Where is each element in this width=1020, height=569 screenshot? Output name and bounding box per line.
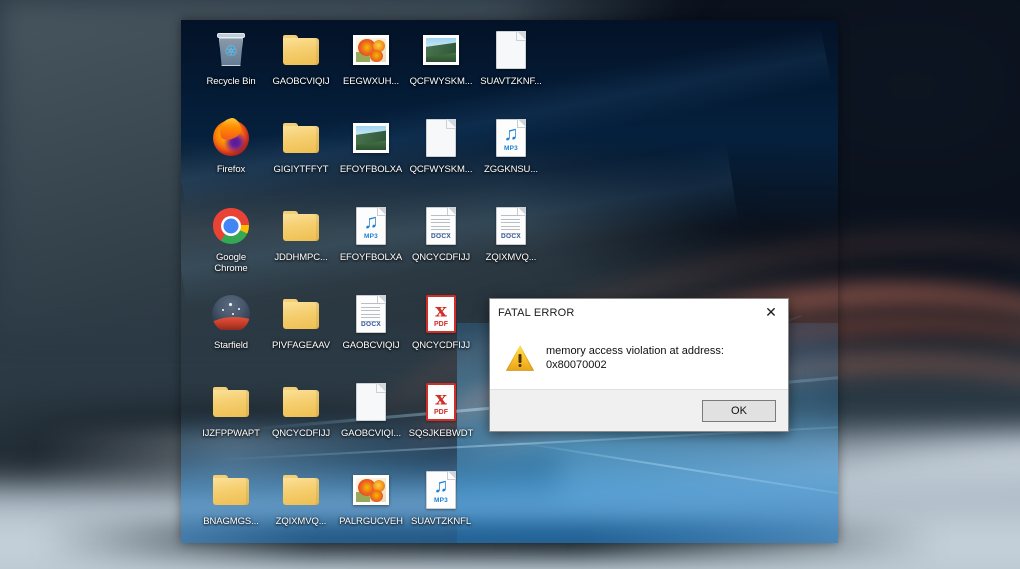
desktop-icon-label: SUAVTZKNF... [480, 76, 542, 87]
desktop-icon-folder-gaobcviqij[interactable]: GAOBCVIQIJ [265, 28, 337, 87]
recycle-bin-icon: ♻ [209, 28, 253, 72]
desktop-icon-mp3-zggknsu[interactable]: ♫ MP3 ZGGKNSU... [475, 116, 547, 175]
desktop-icon-folder-gigiytffyt[interactable]: GIGIYTFFYT [265, 116, 337, 175]
desktop-icon-label: EEGWXUH... [342, 76, 399, 87]
desktop-icon-starfield[interactable]: Starfield [195, 292, 267, 351]
folder-icon [279, 468, 323, 512]
desktop-icon-firefox[interactable]: Firefox [195, 116, 267, 175]
folder-icon [279, 28, 323, 72]
desktop-icon-file-gaobcviqi[interactable]: GAOBCVIQI... [335, 380, 407, 439]
desktop-icon-file-suavtzknf[interactable]: SUAVTZKNF... [475, 28, 547, 87]
desktop-icon-docx-qncycdfijj[interactable]: DOCX QNCYCDFIJJ [405, 204, 477, 263]
desktop-icon-label: BNAGMGS... [203, 516, 259, 527]
desktop-icon-label: GAOBCVIQI... [340, 428, 402, 439]
docx-icon: DOCX [349, 292, 393, 336]
ok-button[interactable]: OK [702, 399, 776, 422]
desktop-icon-label: QNCYCDFIJJ [271, 428, 331, 439]
desktop-icon-pdf-qncycdfijj[interactable]: x PDF QNCYCDFIJJ [405, 292, 477, 351]
close-icon[interactable]: ✕ [754, 299, 788, 327]
desktop-icon-label: IJZFPPWAPT [202, 428, 260, 439]
dialog-message: memory access violation at address: 0x80… [546, 345, 724, 371]
starfield-icon [209, 292, 253, 336]
desktop-icon-pdf-sqsjkebwdt[interactable]: x PDF SQSJKEBWDT [405, 380, 477, 439]
desktop-icon-label: QCFWYSKM... [409, 164, 473, 175]
desktop-icon-label: Starfield [214, 340, 248, 351]
desktop-icon-label: EFOYFBOLXA [339, 252, 403, 263]
desktop-icon-image-eegwxuh[interactable]: EEGWXUH... [335, 28, 407, 87]
desktop-icon-label: JDDHMPC... [274, 252, 328, 263]
folder-icon [279, 116, 323, 160]
desktop-icon-label: GAOBCVIQIJ [342, 340, 400, 351]
desktop-icon-folder-bnagmgs[interactable]: BNAGMGS... [195, 468, 267, 527]
mp3-icon: ♫ MP3 [489, 116, 533, 160]
dialog-footer: OK [490, 389, 788, 431]
dialog-title-bar[interactable]: FATAL ERROR ✕ [490, 299, 788, 327]
desktop-icon-label: QNCYCDFIJJ [411, 252, 471, 263]
desktop-icon-file-qcfwyskm[interactable]: QCFWYSKM... [405, 116, 477, 175]
desktop-icon-label: GAOBCVIQIJ [272, 76, 330, 87]
desktop-icon-label: QCFWYSKM... [409, 76, 473, 87]
desktop-icon-label: ZGGKNSU... [484, 164, 538, 175]
desktop-icon-folder-pivfageaav[interactable]: PIVFAGEAAV [265, 292, 337, 351]
folder-icon [279, 380, 323, 424]
folder-icon [209, 468, 253, 512]
desktop-icon-label: QNCYCDFIJJ [411, 340, 471, 351]
firefox-icon [209, 116, 253, 160]
desktop-icon-folder-ijzfppwapt[interactable]: IJZFPPWAPT [195, 380, 267, 439]
blank-page-icon [349, 380, 393, 424]
folder-icon [209, 380, 253, 424]
desktop-icon-image-qcfwyskm[interactable]: QCFWYSKM... [405, 28, 477, 87]
desktop-icon-mp3-suavtzknfl[interactable]: ♫ MP3 SUAVTZKNFL [405, 468, 477, 527]
desktop-icon-label: GIGIYTFFYT [273, 164, 329, 175]
pdf-icon: x PDF [419, 380, 463, 424]
mp3-icon: ♫ MP3 [349, 204, 393, 248]
chrome-icon [209, 204, 253, 248]
desktop-icon-row: Firefox GIGIYTFFYT EFOYFBOLXA QCFWYSKM... ♫ M… [181, 116, 838, 204]
desktop-icon-row: Google Chrome JDDHMPC... ♫ MP3 EFOYFBOLXA DOC… [181, 204, 838, 292]
desktop-icon-folder-zqixmvq[interactable]: ZQIXMVQ... [265, 468, 337, 527]
desktop-icon-row: BNAGMGS... ZQIXMVQ... PALRGUCVEH ♫ MP3 SUAVTZ… [181, 468, 838, 543]
docx-icon: DOCX [489, 204, 533, 248]
desktop-icon-label: Recycle Bin [206, 76, 256, 87]
warning-triangle-icon [506, 345, 534, 371]
docx-icon: DOCX [419, 204, 463, 248]
desktop-icon-label: PIVFAGEAAV [272, 340, 330, 351]
folder-icon [279, 292, 323, 336]
desktop-icon-image-efoyfbolxa[interactable]: EFOYFBOLXA [335, 116, 407, 175]
desktop-icon-grid: ♻ Recycle Bin GAOBCVIQIJ EEGWXUH... QCFWYSKM… [181, 20, 838, 543]
folder-icon [279, 204, 323, 248]
desktop-icon-mp3-efoyfbolxa[interactable]: ♫ MP3 EFOYFBOLXA [335, 204, 407, 263]
flower-image-icon [349, 28, 393, 72]
dialog-body: memory access violation at address: 0x80… [490, 327, 788, 389]
desktop-icon-label: EFOYFBOLXA [339, 164, 403, 175]
desktop-icon-recycle-bin[interactable]: ♻ Recycle Bin [195, 28, 267, 87]
desktop-icon-row: ♻ Recycle Bin GAOBCVIQIJ EEGWXUH... QCFWYSKM… [181, 28, 838, 116]
landscape-image-icon [349, 116, 393, 160]
desktop-icon-label: SUAVTZKNFL [410, 516, 472, 527]
desktop-icon-label: ZQIXMVQ... [485, 252, 537, 263]
desktop-icon-folder-jddhmpc[interactable]: JDDHMPC... [265, 204, 337, 263]
desktop-icon-google-chrome[interactable]: Google Chrome [195, 204, 267, 274]
blank-page-icon [489, 28, 533, 72]
windows-desktop[interactable]: ♻ Recycle Bin GAOBCVIQIJ EEGWXUH... QCFWYSKM… [181, 20, 838, 543]
mp3-icon: ♫ MP3 [419, 468, 463, 512]
blank-page-icon [419, 116, 463, 160]
dialog-title: FATAL ERROR [498, 307, 575, 319]
desktop-icon-label: Firefox [216, 164, 246, 175]
desktop-icon-folder-qncycdfijj[interactable]: QNCYCDFIJJ [265, 380, 337, 439]
pdf-icon: x PDF [419, 292, 463, 336]
desktop-icon-label: SQSJKEBWDT [408, 428, 474, 439]
desktop-icon-label: PALRGUCVEH [339, 516, 403, 527]
fatal-error-dialog[interactable]: FATAL ERROR ✕ memory access violation at… [489, 298, 789, 432]
desktop-icon-docx-gaobcviqij[interactable]: DOCX GAOBCVIQIJ [335, 292, 407, 351]
flower-image-icon [349, 468, 393, 512]
desktop-icon-label: Google Chrome [214, 252, 248, 274]
landscape-image-icon [419, 28, 463, 72]
desktop-icon-label: ZQIXMVQ... [275, 516, 327, 527]
desktop-icon-docx-zqixmvq[interactable]: DOCX ZQIXMVQ... [475, 204, 547, 263]
desktop-icon-image-palrgucveh[interactable]: PALRGUCVEH [335, 468, 407, 527]
